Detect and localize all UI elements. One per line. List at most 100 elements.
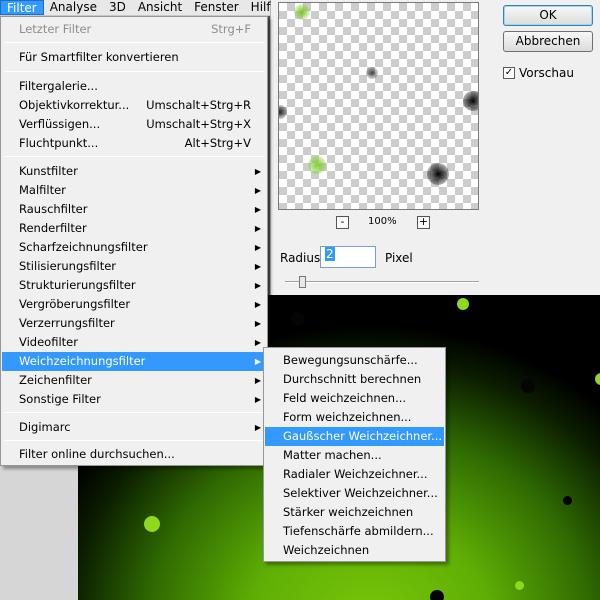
menu-item-objektivkorrektur[interactable]: Objektivkorrektur... Umschalt+Strg+R (2, 96, 266, 115)
menu-item-renderfilter[interactable]: Renderfilter ▶ (2, 219, 266, 238)
menu-item-rauschfilter[interactable]: Rauschfilter ▶ (2, 200, 266, 219)
submenu-item-selektiver-weichzeichner[interactable]: Selektiver Weichzeichner... (265, 484, 444, 503)
menu-item-label: Strukturierungsfilter (19, 278, 136, 292)
menu-separator (4, 71, 264, 72)
menu-3d[interactable]: 3D (103, 0, 132, 15)
menu-item-letzter-filter: Letzter Filter Strg+F (2, 20, 266, 39)
menu-item-label: Scharfzeichnungsfilter (19, 240, 148, 254)
menu-item-shortcut: Umschalt+Strg+R (146, 98, 251, 112)
submenu-item-weichzeichnen[interactable]: Weichzeichnen (265, 541, 444, 560)
black-dot (291, 312, 305, 326)
submenu-arrow-icon: ▶ (254, 281, 261, 290)
menu-item-kunstfilter[interactable]: Kunstfilter ▶ (2, 162, 266, 181)
menu-item-label: Filtergalerie... (19, 79, 98, 93)
submenu-item-tiefenschaerfe[interactable]: Tiefenschärfe abmildern... (265, 522, 444, 541)
menu-item-filtergalerie[interactable]: Filtergalerie... (2, 77, 266, 96)
menu-item-vergroeberungsfilter[interactable]: Vergröberungsfilter ▶ (2, 295, 266, 314)
blurred-dark-dot (427, 163, 449, 185)
submenu-arrow-icon: ▶ (254, 186, 261, 195)
black-dot (430, 590, 444, 600)
black-dot (521, 379, 535, 393)
preview-checkbox-label: Vorschau (519, 66, 574, 80)
submenu-arrow-icon: ▶ (254, 300, 261, 309)
zoom-in-button[interactable]: + (417, 216, 430, 229)
submenu-arrow-icon: ▶ (254, 224, 261, 233)
menu-item-videofilter[interactable]: Videofilter ▶ (2, 333, 266, 352)
menu-item-label: Rauschfilter (19, 202, 88, 216)
zoom-level: 100% (368, 216, 397, 227)
menu-item-zeichenfilter[interactable]: Zeichenfilter ▶ (2, 371, 266, 390)
radius-slider-track[interactable] (285, 281, 479, 283)
menu-item-shortcut: Alt+Strg+V (184, 136, 251, 150)
menu-item-shortcut: Umschalt+Strg+X (146, 117, 251, 131)
submenu-arrow-icon: ▶ (254, 205, 261, 214)
submenu-item-feld-weichzeichnen[interactable]: Feld weichzeichnen... (265, 389, 444, 408)
submenu-item-gaussscher-weichzeichner[interactable]: Gaußscher Weichzeichner... (265, 427, 444, 446)
menu-item-sonstige-filter[interactable]: Sonstige Filter ▶ (2, 390, 266, 409)
blurred-dark-dot (366, 67, 378, 79)
menu-item-verfluessigen[interactable]: Verflüssigen... Umschalt+Strg+X (2, 115, 266, 134)
menu-item-label: Stilisierungsfilter (19, 259, 117, 273)
filter-preview[interactable] (278, 2, 479, 210)
submenu-item-bewegungsunschaerfe[interactable]: Bewegungsunschärfe... (265, 351, 444, 370)
submenu-arrow-icon: ▶ (254, 395, 261, 404)
blurred-green-dot (294, 4, 310, 20)
menu-item-label: Renderfilter (19, 221, 87, 235)
submenu-arrow-icon: ▶ (254, 357, 261, 366)
menu-item-strukturierungsfilter[interactable]: Strukturierungsfilter ▶ (2, 276, 266, 295)
menu-item-fluchtpunkt[interactable]: Fluchtpunkt... Alt+Strg+V (2, 134, 266, 153)
menu-filter[interactable]: Filter (0, 0, 44, 15)
menu-item-label: Fluchtpunkt... (19, 136, 99, 150)
gaussian-blur-dialog: - 100% + Radius: 2 Pixel OK Abbrechen ✓ … (270, 0, 600, 295)
submenu-item-staerker-weichzeichnen[interactable]: Stärker weichzeichnen (265, 503, 444, 522)
radius-unit: Pixel (385, 251, 413, 265)
menu-item-weichzeichnungsfilter[interactable]: Weichzeichnungsfilter ▶ (2, 352, 266, 371)
submenu-item-radialer-weichzeichner[interactable]: Radialer Weichzeichner... (265, 465, 444, 484)
menu-item-scharfzeichnungsfilter[interactable]: Scharfzeichnungsfilter ▶ (2, 238, 266, 257)
black-dot (563, 496, 572, 505)
submenu-item-durchschnitt[interactable]: Durchschnitt berechnen (265, 370, 444, 389)
menu-separator (4, 156, 264, 157)
blurred-green-dot (308, 156, 326, 174)
menu-item-stilisierungsfilter[interactable]: Stilisierungsfilter ▶ (2, 257, 266, 276)
menu-item-label: Letzter Filter (19, 22, 92, 36)
blurred-dark-dot (279, 105, 287, 119)
submenu-arrow-icon: ▶ (254, 338, 261, 347)
menu-item-malfilter[interactable]: Malfilter ▶ (2, 181, 266, 200)
submenu-arrow-icon: ▶ (254, 376, 261, 385)
submenu-arrow-icon: ▶ (254, 319, 261, 328)
radius-slider-thumb[interactable] (299, 276, 306, 288)
submenu-arrow-icon: ▶ (254, 262, 261, 271)
submenu-arrow-icon: ▶ (254, 167, 261, 176)
menu-item-label: Filter online durchsuchen... (19, 447, 175, 461)
cancel-button[interactable]: Abbrechen (503, 31, 593, 52)
menu-item-filter-online[interactable]: Filter online durchsuchen... (2, 445, 266, 464)
menu-item-verzerrungsfilter[interactable]: Verzerrungsfilter ▶ (2, 314, 266, 333)
submenu-item-form-weichzeichnen[interactable]: Form weichzeichnen... (265, 408, 444, 427)
menu-item-smartfilter[interactable]: Für Smartfilter konvertieren (2, 48, 266, 67)
menu-analyse[interactable]: Analyse (44, 0, 103, 15)
green-dot (457, 298, 469, 310)
submenu-arrow-icon: ▶ (254, 423, 261, 432)
menu-item-digimarc[interactable]: Digimarc ▶ (2, 418, 266, 437)
menu-item-label: Objektivkorrektur... (19, 98, 130, 112)
menu-ansicht[interactable]: Ansicht (132, 0, 188, 15)
submenu-item-matter-machen[interactable]: Matter machen... (265, 446, 444, 465)
weichzeichnungsfilter-submenu: Bewegungsunschärfe... Durchschnitt berec… (263, 347, 446, 562)
radius-input[interactable]: 2 (320, 246, 376, 268)
submenu-arrow-icon: ▶ (254, 243, 261, 252)
radius-label: Radius: (280, 251, 325, 265)
menu-item-label: Vergröberungsfilter (19, 297, 131, 311)
menu-item-label: Für Smartfilter konvertieren (19, 50, 179, 64)
ok-button[interactable]: OK (503, 5, 593, 26)
menu-item-label: Verflüssigen... (19, 117, 101, 131)
menu-fenster[interactable]: Fenster (188, 0, 245, 15)
preview-checkbox[interactable]: ✓ Vorschau (503, 66, 574, 80)
green-dot (515, 581, 524, 590)
menu-separator (4, 42, 264, 43)
filter-menu: Letzter Filter Strg+F Für Smartfilter ko… (0, 16, 268, 466)
radius-value: 2 (325, 247, 335, 261)
menu-separator (4, 412, 264, 413)
zoom-out-button[interactable]: - (336, 216, 349, 229)
menu-hilfe[interactable]: Hilf (245, 0, 277, 15)
